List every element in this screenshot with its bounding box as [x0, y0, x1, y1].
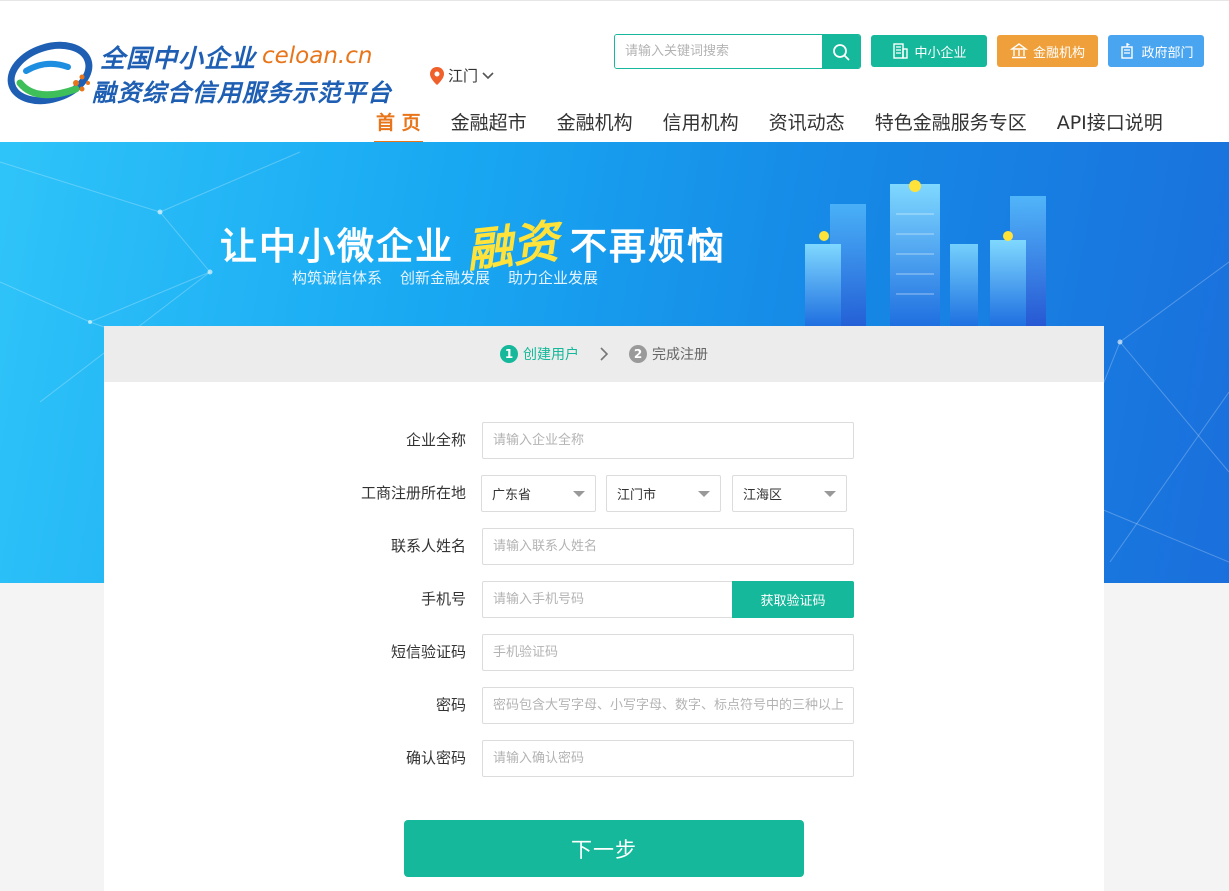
nav-item-financial-institutions[interactable]: 金融机构	[545, 105, 645, 143]
bank-icon	[1009, 43, 1028, 59]
subslogan-item: 助力企业发展	[508, 269, 599, 287]
logo-mark-icon	[7, 41, 93, 105]
city-selector[interactable]: 江门	[430, 65, 494, 86]
contact-name-label: 联系人姓名	[390, 537, 466, 555]
contact-name-field	[482, 528, 854, 565]
nav-item-news[interactable]: 资讯动态	[757, 105, 857, 143]
password-label: 密码	[435, 696, 466, 714]
site-logo[interactable]: 全国中小企业 celoan.cn 融资综合信用服务示范平台	[6, 35, 406, 109]
step-number: 1	[500, 345, 518, 363]
district-value: 江海区	[743, 488, 783, 503]
step-create-user: 1 创建用户	[500, 344, 579, 364]
phone-label: 手机号	[420, 590, 466, 608]
chevron-right-icon	[600, 347, 609, 361]
logo-domain: celoan.cn	[262, 43, 373, 69]
phone-input[interactable]	[483, 582, 733, 617]
phone-field	[482, 581, 734, 618]
logo-title-line2: 融资综合信用服务示范平台	[92, 79, 392, 107]
registration-location-label: 工商注册所在地	[360, 484, 466, 502]
slogan-suffix: 不再烦恼	[570, 225, 726, 268]
step-label: 创建用户	[523, 347, 579, 363]
gov-portal-button[interactable]: 政府部门	[1108, 35, 1204, 67]
form-row-password: 密码	[104, 687, 1104, 724]
next-step-button[interactable]: 下一步	[404, 820, 804, 877]
slogan-prefix: 让中小微企业	[220, 225, 454, 268]
company-name-input[interactable]	[483, 423, 853, 458]
password-field	[482, 687, 854, 724]
form-row-confirm-password: 确认密码	[104, 740, 1104, 777]
sme-portal-label: 中小企业	[914, 45, 967, 61]
location-pin-icon	[430, 66, 444, 85]
banner-subslogan: 构筑诚信体系 创新金融发展 助力企业发展	[292, 267, 598, 288]
district-select[interactable]: 江海区	[732, 475, 847, 512]
form-row-registration-location: 工商注册所在地 广东省 江门市 江海区	[104, 475, 1104, 512]
city-select[interactable]: 江门市	[606, 475, 721, 512]
sms-code-input[interactable]	[483, 635, 853, 670]
form-row-sms-code: 短信验证码	[104, 634, 1104, 671]
search-input[interactable]	[615, 35, 822, 68]
city-buildings-illustration	[805, 180, 1046, 326]
building-icon	[893, 43, 909, 59]
dropdown-arrow-icon	[698, 490, 710, 497]
nav-item-special-services[interactable]: 特色金融服务专区	[863, 105, 1039, 143]
company-name-field	[482, 422, 854, 459]
chevron-down-icon	[482, 71, 494, 79]
password-input[interactable]	[483, 688, 853, 723]
nav-item-finance-market[interactable]: 金融超市	[439, 105, 539, 143]
dropdown-arrow-icon	[573, 490, 585, 497]
search-button[interactable]	[822, 35, 860, 68]
nav-item-home[interactable]: 首 页	[364, 105, 433, 144]
dropdown-arrow-icon	[824, 490, 836, 497]
city-label: 江门	[448, 67, 479, 85]
subslogan-item: 创新金融发展	[400, 269, 491, 287]
nav-item-api-docs[interactable]: API接口说明	[1045, 105, 1175, 143]
contact-name-input[interactable]	[483, 529, 853, 564]
confirm-password-label: 确认密码	[405, 749, 466, 767]
form-row-company-name: 企业全称	[104, 422, 1104, 459]
finance-portal-button[interactable]: 金融机构	[997, 35, 1098, 67]
confirm-password-field	[482, 740, 854, 777]
sms-code-label: 短信验证码	[390, 643, 466, 661]
form-row-phone: 手机号 获取验证码	[104, 581, 1104, 618]
get-code-button[interactable]: 获取验证码	[732, 581, 854, 618]
main-nav: 首 页 金融超市 金融机构 信用机构 资讯动态 特色金融服务专区 API接口说明	[364, 105, 1181, 144]
site-header: 全国中小企业 celoan.cn 融资综合信用服务示范平台 江门 中小企业	[0, 0, 1229, 144]
finance-portal-label: 金融机构	[1032, 45, 1085, 61]
form-row-contact-name: 联系人姓名	[104, 528, 1104, 565]
logo-title-line1: 全国中小企业	[100, 44, 257, 73]
company-name-label: 企业全称	[405, 431, 466, 449]
sms-code-field	[482, 634, 854, 671]
province-value: 广东省	[492, 488, 532, 503]
step-label: 完成注册	[652, 347, 708, 363]
search-icon	[833, 43, 850, 60]
registration-steps: 1 创建用户 2 完成注册	[104, 326, 1104, 382]
subslogan-item: 构筑诚信体系	[292, 269, 383, 287]
nav-item-credit-institutions[interactable]: 信用机构	[651, 105, 751, 143]
province-select[interactable]: 广东省	[481, 475, 596, 512]
confirm-password-input[interactable]	[483, 741, 853, 776]
sme-portal-button[interactable]: 中小企业	[871, 35, 987, 67]
registration-card: 1 创建用户 2 完成注册 企业全称 工商注册所在地 广东省 江门市 江海区	[104, 326, 1104, 891]
search-box	[614, 34, 861, 69]
step-complete-registration: 2 完成注册	[629, 344, 708, 364]
city-value: 江门市	[617, 488, 657, 503]
step-number: 2	[629, 345, 647, 363]
gov-portal-label: 政府部门	[1141, 45, 1194, 61]
government-icon	[1121, 43, 1134, 59]
